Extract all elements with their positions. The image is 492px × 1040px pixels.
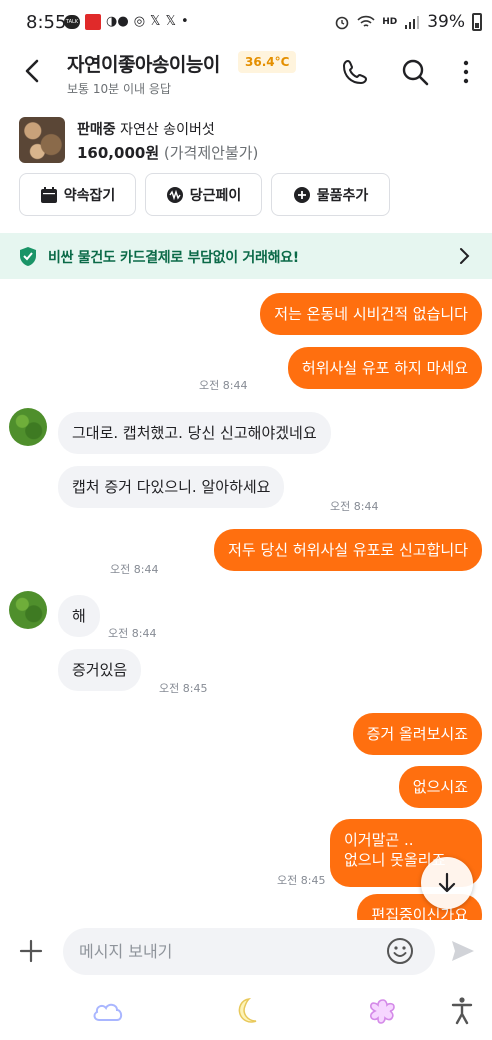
battery-icon: [472, 13, 482, 31]
partner-avatar[interactable]: [9, 591, 47, 629]
plus-circle-icon: [293, 186, 310, 203]
battery-percent: 39%: [427, 12, 465, 32]
message-bubble-outgoing[interactable]: 증거 올려보시죠: [352, 713, 482, 755]
alarm-icon: [335, 16, 349, 30]
karrot-pay-label: 당근페이: [189, 187, 242, 204]
manner-temperature-badge[interactable]: 36.4°C: [238, 51, 297, 73]
add-item-label: 물품추가: [316, 187, 369, 204]
card-payment-banner[interactable]: 비싼 물건도 카드결제로 부담없이 거래해요!: [0, 233, 492, 279]
message-bubble-incoming[interactable]: 증거있음: [58, 649, 142, 691]
hd-voice-icon: HD: [382, 16, 398, 27]
message-line: 이거말곤 ..: [344, 831, 414, 849]
x-icon: 𝕏: [165, 14, 176, 29]
phone-icon[interactable]: [340, 57, 370, 87]
signal-icon: [405, 16, 420, 29]
product-status: 판매중: [77, 122, 116, 138]
message-input-bar: [0, 920, 492, 982]
attach-plus-button[interactable]: [18, 938, 44, 964]
product-name: 자연산 송이버섯: [120, 122, 215, 138]
price-note: (가격제안불가): [163, 144, 259, 162]
response-time: 보통 10분 이내 응답: [67, 82, 171, 96]
message-timestamp: 오전 8:44: [330, 500, 379, 513]
message-bubble-incoming[interactable]: 해: [58, 595, 100, 637]
schedule-label: 약속잡기: [63, 187, 116, 204]
message-input[interactable]: [63, 928, 435, 975]
message-bubble-outgoing[interactable]: 없으시죠: [398, 766, 482, 808]
product-price: 160,000원: [77, 144, 160, 162]
message-bubble-outgoing[interactable]: 허위사실 유포 하지 마세요: [287, 347, 482, 389]
message-bubble-incoming[interactable]: 그대로. 캡처했고. 당신 신고해야겠네요: [58, 412, 331, 454]
partner-avatar[interactable]: [9, 408, 47, 446]
system-icons: HD 39%: [334, 12, 482, 32]
system-bottom-bar: [0, 982, 492, 1040]
scroll-to-bottom-button[interactable]: [421, 857, 473, 909]
dual-circle-icon: ◑●: [106, 14, 129, 29]
chat-messages[interactable]: 저는 온동네 시비건적 없습니다 허위사실 유포 하지 마세요 오전 8:44 …: [0, 280, 492, 920]
add-item-button[interactable]: 물품추가: [271, 173, 390, 216]
message-timestamp: 오전 8:45: [277, 874, 326, 887]
app-notification-icon: [85, 14, 101, 30]
chevron-right-icon: [460, 248, 470, 264]
back-button[interactable]: [18, 56, 48, 86]
pay-icon: [166, 186, 183, 203]
chat-header: 자연이좋아송이능이 36.4°C 보통 10분 이내 응답: [0, 44, 492, 106]
cloud-icon[interactable]: [91, 996, 125, 1026]
message-timestamp: 오전 8:45: [159, 682, 208, 695]
moon-icon[interactable]: [229, 996, 263, 1026]
karrot-pay-button[interactable]: 당근페이: [145, 173, 262, 216]
product-summary[interactable]: 판매중 자연산 송이버섯 160,000원 (가격제안불가): [0, 112, 492, 172]
product-title-line: 판매중 자연산 송이버섯: [77, 119, 215, 139]
send-button[interactable]: [450, 938, 476, 964]
more-options-icon[interactable]: [451, 57, 481, 87]
x-icon: 𝕏: [150, 14, 161, 29]
flower-icon[interactable]: [366, 996, 400, 1026]
kakaotalk-icon: TALK: [64, 15, 80, 29]
product-price-line: 160,000원 (가격제안불가): [77, 142, 258, 163]
calendar-icon: [40, 186, 57, 203]
action-buttons: 약속잡기 당근페이 물품추가: [19, 173, 390, 216]
schedule-button[interactable]: 약속잡기: [19, 173, 136, 216]
notification-icons: TALK ◑● ◎ 𝕏 𝕏 •: [64, 14, 189, 30]
status-time: 8:55: [26, 12, 67, 33]
message-timestamp: 오전 8:44: [108, 627, 157, 640]
status-bar: 8:55 TALK ◑● ◎ 𝕏 𝕏 • HD 39%: [0, 0, 492, 44]
emoji-button[interactable]: [386, 937, 414, 965]
banner-text: 비싼 물건도 카드결제로 부담없이 거래해요!: [48, 250, 299, 266]
message-timestamp: 오전 8:44: [199, 379, 248, 392]
arrow-down-icon: [438, 872, 456, 893]
message-timestamp: 오전 8:44: [110, 563, 159, 576]
accessibility-icon[interactable]: [445, 996, 479, 1026]
product-thumbnail[interactable]: [19, 117, 65, 163]
search-icon[interactable]: [400, 57, 430, 87]
message-bubble-outgoing[interactable]: 저는 온동네 시비건적 없습니다: [260, 293, 482, 335]
message-bubble-outgoing[interactable]: 저두 당신 허위사실 유포로 신고합니다: [214, 529, 482, 571]
dot-icon: •: [181, 14, 189, 29]
instagram-icon: ◎: [133, 14, 146, 29]
shield-check-icon: [20, 247, 36, 266]
wifi-icon: [357, 15, 375, 27]
chat-partner-name: 자연이좋아송이능이: [67, 54, 220, 76]
message-bubble-incoming[interactable]: 캡처 증거 다있으니. 알아하세요: [58, 466, 285, 508]
